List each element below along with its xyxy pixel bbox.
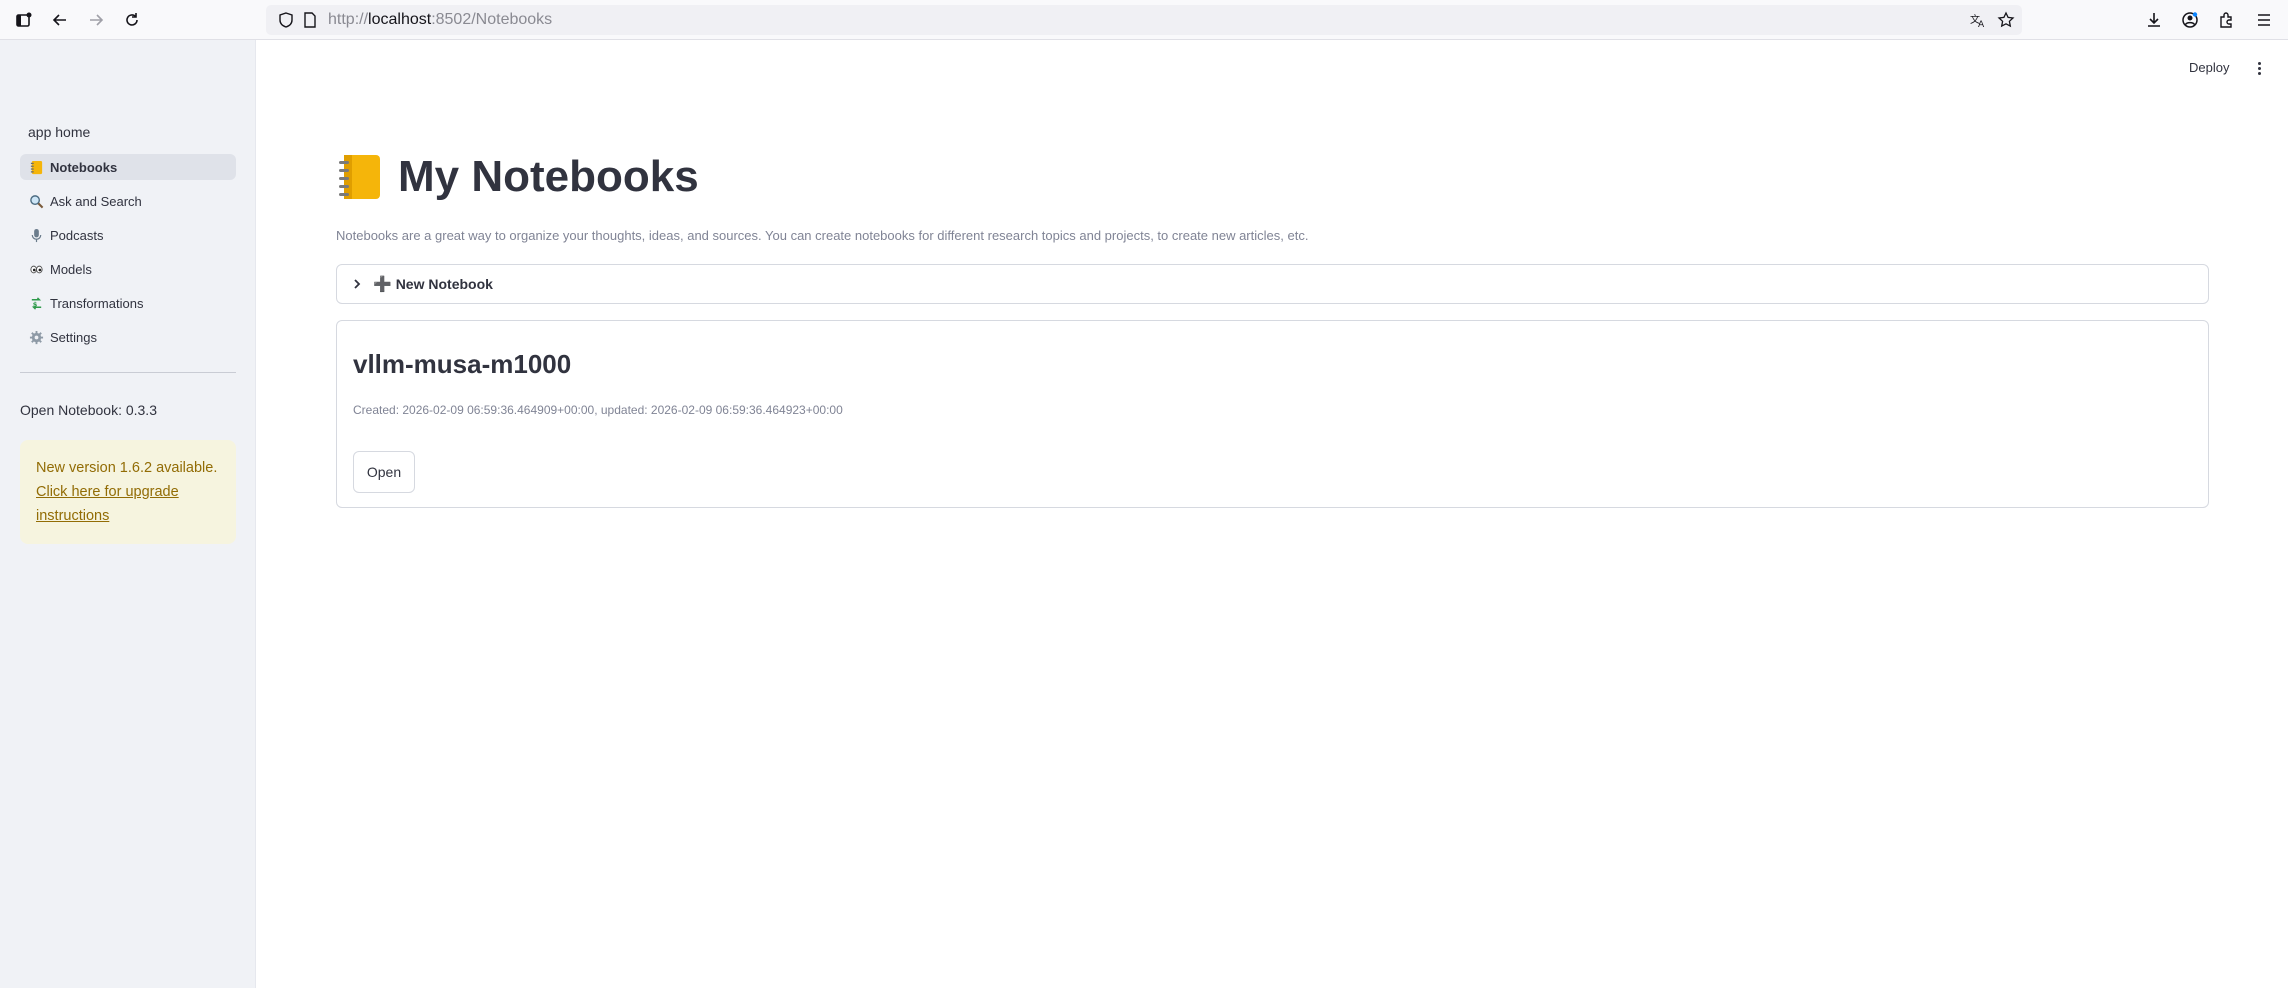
sidebar-item-settings[interactable]: Settings xyxy=(20,324,236,350)
nav-list: Notebooks Ask and Search Podcasts Models… xyxy=(20,154,236,358)
update-notice-text: New version 1.6.2 available. xyxy=(36,460,218,476)
main-menu-icon[interactable] xyxy=(2253,58,2265,78)
main-content: Deploy My Notebooks Notebooks are a grea… xyxy=(257,40,2288,988)
open-notebook-button[interactable]: Open xyxy=(353,451,415,493)
eyes-icon xyxy=(28,261,44,277)
svg-text:A: A xyxy=(1978,20,1985,29)
new-notebook-label: New Notebook xyxy=(395,276,493,292)
forward-icon[interactable] xyxy=(84,8,108,32)
page-title: My Notebooks xyxy=(336,152,699,202)
account-icon[interactable] xyxy=(2178,8,2202,32)
page-title-text: My Notebooks xyxy=(398,152,699,201)
url-prefix: http:// xyxy=(328,11,369,28)
url-host: localhost xyxy=(368,11,432,28)
notebook-meta: Created: 2026-02-09 06:59:36.464909+00:0… xyxy=(353,403,843,417)
sidebar-item-transformations[interactable]: $ Transformations xyxy=(20,290,236,316)
notebook-card: vllm-musa-m1000 Created: 2026-02-09 06:5… xyxy=(336,320,2209,508)
update-notice: New version 1.6.2 available. Click here … xyxy=(20,440,236,544)
deploy-button[interactable]: Deploy xyxy=(2189,60,2229,75)
sidebar-item-label: Podcasts xyxy=(50,227,104,243)
sidebar-item-label: Notebooks xyxy=(50,159,118,175)
upgrade-instructions-link[interactable]: Click here for upgrade instructions xyxy=(36,484,179,524)
translate-icon[interactable]: 文A xyxy=(1966,8,1990,32)
sidebar-item-podcasts[interactable]: Podcasts xyxy=(20,222,236,248)
sidebar: app home Notebooks Ask and Search Podcas… xyxy=(0,40,256,988)
new-notebook-expander[interactable]: ➕ New Notebook xyxy=(336,264,2209,304)
plus-icon: ➕ xyxy=(373,276,392,293)
chevron-right-icon xyxy=(354,279,361,289)
address-bar[interactable]: http://localhost:8502/Notebooks 文A xyxy=(266,5,2022,35)
sidebar-toggle-icon[interactable] xyxy=(12,8,36,32)
bookmark-star-icon[interactable] xyxy=(1994,8,2018,32)
menu-icon[interactable] xyxy=(2252,8,2276,32)
browser-toolbar: http://localhost:8502/Notebooks 文A xyxy=(0,0,2288,40)
sidebar-item-label: Transformations xyxy=(50,295,144,311)
sidebar-item-models[interactable]: Models xyxy=(20,256,236,282)
notebook-icon xyxy=(339,155,380,199)
reload-icon[interactable] xyxy=(120,8,144,32)
page-description: Notebooks are a great way to organize yo… xyxy=(336,228,1309,243)
back-icon[interactable] xyxy=(48,8,72,32)
notebook-name: vllm-musa-m1000 xyxy=(353,349,572,379)
microphone-icon xyxy=(28,227,44,243)
url-text[interactable]: http://localhost:8502/Notebooks xyxy=(328,5,552,35)
currency-exchange-icon: $ xyxy=(28,295,44,311)
sidebar-item-notebooks[interactable]: Notebooks xyxy=(20,154,236,180)
sidebar-item-ask-and-search[interactable]: Ask and Search xyxy=(20,188,236,214)
svg-text:$: $ xyxy=(32,300,37,308)
gear-icon xyxy=(28,329,44,345)
sidebar-item-label: Settings xyxy=(50,329,97,345)
notebook-icon xyxy=(28,159,44,175)
version-label: Open Notebook: 0.3.3 xyxy=(20,402,157,418)
extensions-icon[interactable] xyxy=(2214,8,2238,32)
url-path: :8502/Notebooks xyxy=(431,11,553,28)
shield-icon[interactable] xyxy=(274,8,298,32)
sidebar-divider xyxy=(20,372,236,373)
sidebar-item-label: Ask and Search xyxy=(50,193,142,209)
downloads-icon[interactable] xyxy=(2142,8,2166,32)
nav-section-title[interactable]: app home xyxy=(28,124,90,140)
sidebar-item-label: Models xyxy=(50,261,92,277)
page-icon[interactable] xyxy=(298,8,322,32)
magnifier-icon xyxy=(28,193,44,209)
